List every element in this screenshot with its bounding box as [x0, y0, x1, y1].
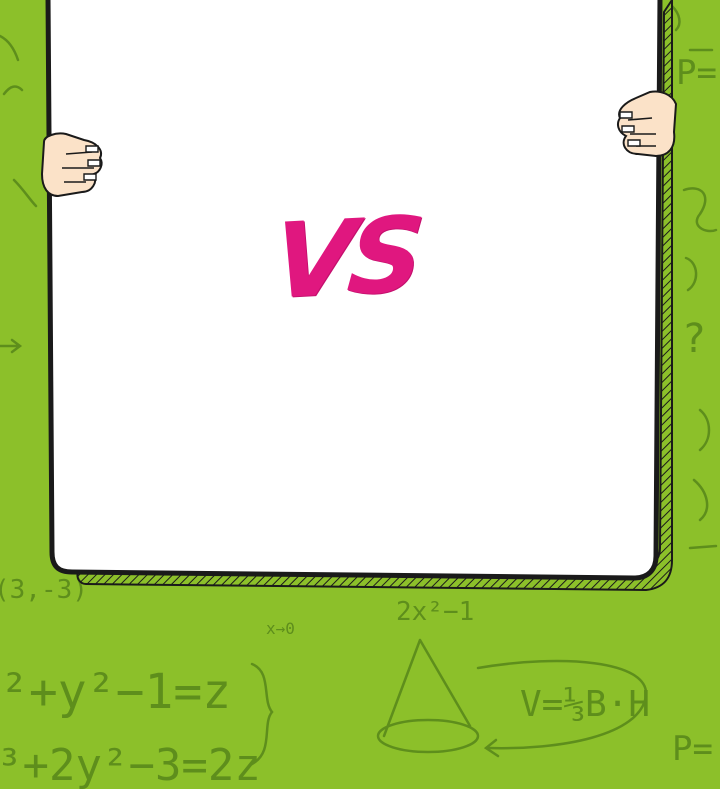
point-label: (3,-3) — [0, 575, 88, 605]
question-mark: ? — [682, 316, 706, 362]
equation-1: ²+y²−1=z — [0, 664, 231, 720]
equation-2: ³+2y²−3=2z — [0, 740, 261, 789]
equation-3: 2x²−1 — [396, 597, 474, 627]
pressure-label-2: P= — [672, 729, 713, 769]
pressure-label: P= — [676, 53, 717, 93]
left-hand — [40, 132, 103, 198]
vs-label: VS — [268, 193, 424, 323]
limit-label: x→0 — [266, 619, 295, 638]
scene: ²+y²−1=z ³+2y²−3=2z 2x²−1 V=⅓B·H x→0 (3,… — [0, 0, 720, 789]
